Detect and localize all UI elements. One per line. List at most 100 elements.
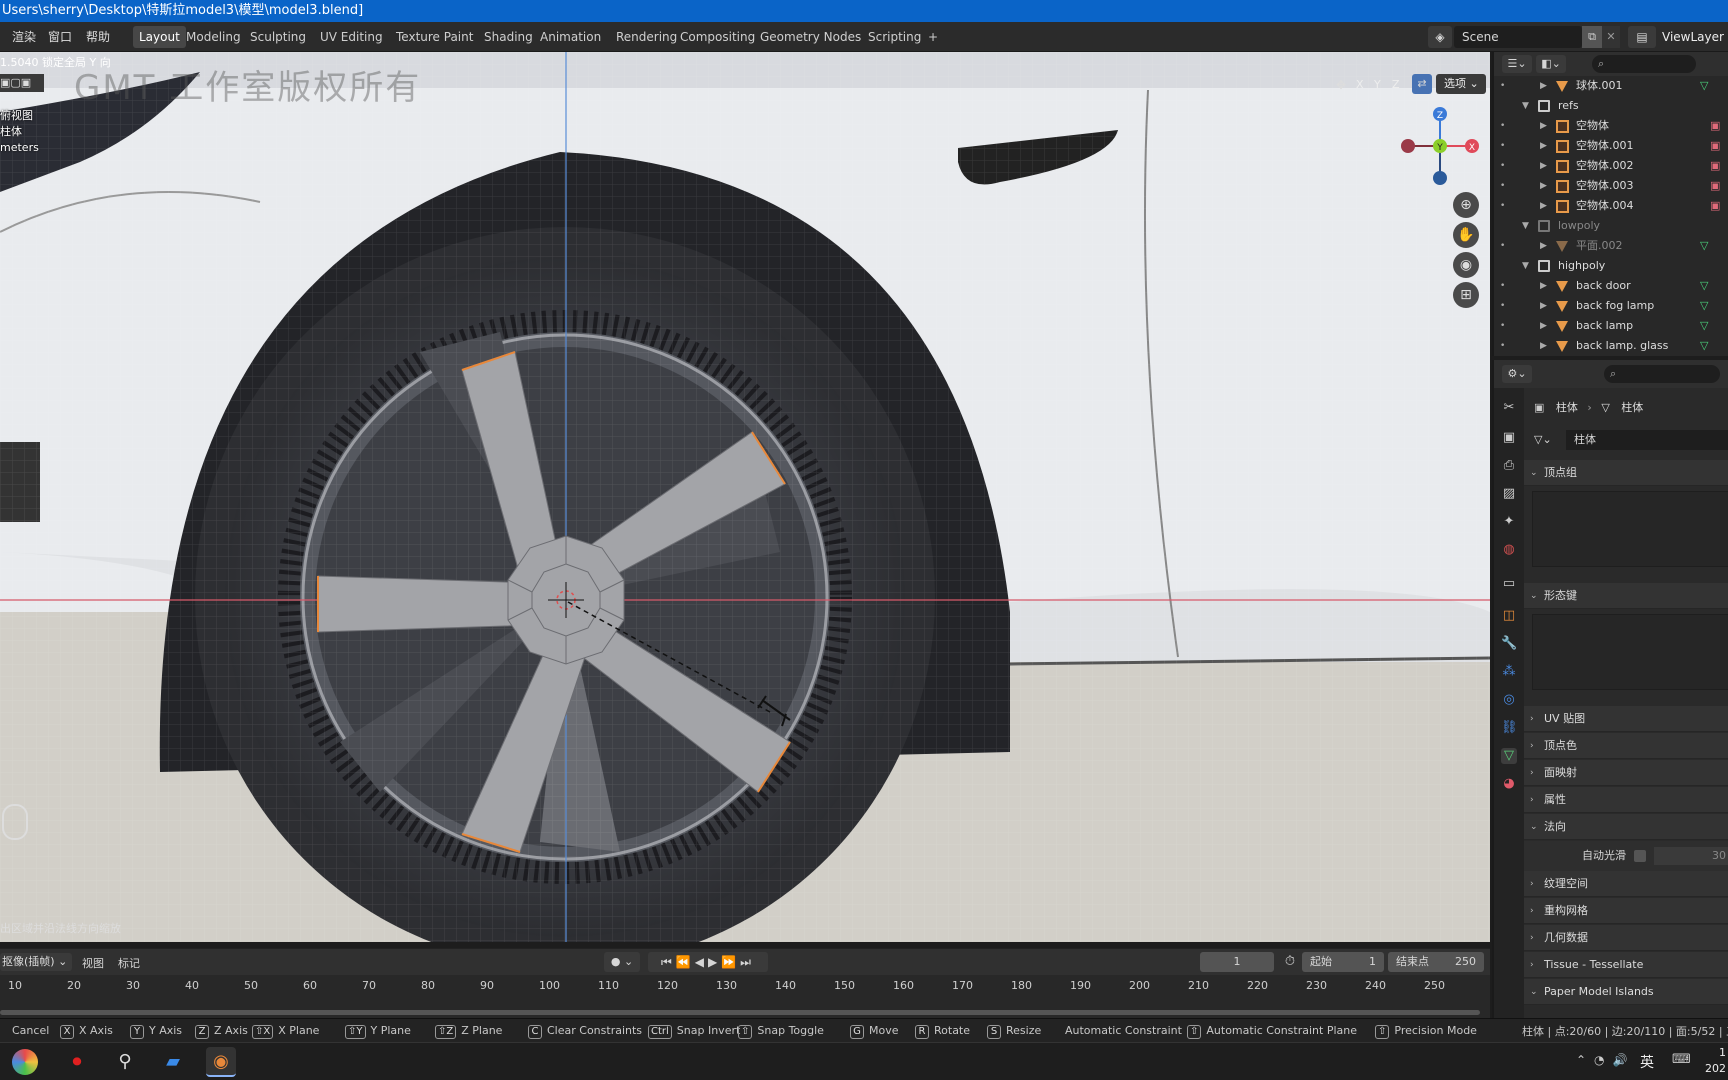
- clock[interactable]: 1 202: [1702, 1045, 1726, 1077]
- particles-tab-icon[interactable]: ⁂: [1501, 664, 1517, 680]
- outliner-row[interactable]: • ▶ 球体.001 ▽: [1494, 76, 1728, 96]
- scene-tab-icon[interactable]: ✦: [1501, 514, 1517, 530]
- collection-tab-icon[interactable]: ▭: [1501, 576, 1517, 592]
- output-tab-icon[interactable]: ⎙: [1501, 458, 1517, 474]
- object-tab-icon[interactable]: ◫: [1501, 608, 1517, 624]
- panel-header[interactable]: ⌄ 顶点组: [1524, 460, 1728, 486]
- keyboard-icon[interactable]: ⌨: [1672, 1052, 1691, 1067]
- outliner-row[interactable]: • ▶ back lamp ▽: [1494, 316, 1728, 336]
- navigation-gizmo[interactable]: Z X Y: [1398, 104, 1482, 188]
- mirror-icon[interactable]: ⇄: [1412, 74, 1432, 94]
- visibility-dot-icon[interactable]: •: [1500, 276, 1505, 296]
- properties-editor[interactable]: ⚙⌄ ⌕ ✂ ▣ ⎙ ▨ ✦ ◍ ▭ ◫ 🔧 ⁂ ◎ ⛓ ▽ ◕ ▣ 柱体 › …: [1492, 360, 1728, 1018]
- visibility-dot-icon[interactable]: •: [1500, 156, 1505, 176]
- outliner-row[interactable]: • ▶ back door ▽: [1494, 276, 1728, 296]
- start-frame-field[interactable]: 起始 1: [1302, 952, 1384, 972]
- visibility-dot-icon[interactable]: •: [1500, 296, 1505, 316]
- axis-x-toggle[interactable]: X: [1356, 78, 1364, 91]
- expand-triangle-icon[interactable]: ▶: [1540, 336, 1547, 356]
- visibility-dot-icon[interactable]: •: [1500, 236, 1505, 256]
- expand-triangle-icon[interactable]: ▶: [1540, 296, 1547, 316]
- visibility-dot-icon[interactable]: •: [1500, 316, 1505, 336]
- mesh-name-field[interactable]: 柱体: [1566, 430, 1728, 450]
- panel-header[interactable]: › 顶点色: [1524, 733, 1728, 759]
- outliner-row[interactable]: • ▶ 空物体.001 ▣: [1494, 136, 1728, 156]
- outliner-row[interactable]: • ▶ 平面.002 ▽: [1494, 236, 1728, 256]
- expand-triangle-icon[interactable]: ▶: [1540, 156, 1547, 176]
- material-tab-icon[interactable]: ◕: [1501, 776, 1517, 792]
- viewlayer-icon[interactable]: ▤: [1628, 26, 1656, 48]
- select-mode-icons[interactable]: ▣▢▣: [0, 74, 44, 92]
- panel-header[interactable]: › Tissue - Tessellate: [1524, 952, 1728, 978]
- workspace-tab[interactable]: Compositing: [674, 26, 761, 48]
- expand-triangle-icon[interactable]: ▶: [1540, 76, 1547, 96]
- expand-triangle-icon[interactable]: ▶: [1540, 116, 1547, 136]
- recorder-icon[interactable]: ⏺: [62, 1047, 92, 1077]
- workspace-tab[interactable]: Scripting: [862, 26, 927, 48]
- visibility-dot-icon[interactable]: •: [1500, 116, 1505, 136]
- 3d-viewport[interactable]: 1.5040 锁定全局 Y 向 GMT 工作室版权所有 ▣▢▣ 俯视图 柱体 m…: [0, 52, 1490, 942]
- properties-type-icon[interactable]: ⚙⌄: [1502, 365, 1532, 383]
- visibility-dot-icon[interactable]: •: [1500, 176, 1505, 196]
- timeline-scrollbar[interactable]: [0, 1010, 1480, 1015]
- expand-triangle-icon[interactable]: ▼: [1522, 256, 1529, 276]
- panel-header[interactable]: › UV 贴图: [1524, 706, 1728, 732]
- axis-z-toggle[interactable]: Z: [1392, 78, 1400, 91]
- workspace-tab[interactable]: Modeling: [180, 26, 247, 48]
- outliner[interactable]: ☰⌄ ◧⌄ ⌕ • ▶ 球体.001 ▽ ▼ refs • ▶ 空物体 ▣ • ▶ 空物体.001 ▣ • ▶…: [1492, 52, 1728, 356]
- view-layer-tab-icon[interactable]: ▨: [1501, 486, 1517, 502]
- mesh-data-icon[interactable]: ▽: [1700, 336, 1708, 356]
- list-box[interactable]: [1532, 614, 1728, 690]
- outliner-row[interactable]: ▼ lowpoly: [1494, 216, 1728, 236]
- panel-header[interactable]: › 重构网格: [1524, 898, 1728, 924]
- outliner-row[interactable]: • ▶ 空物体.003 ▣: [1494, 176, 1728, 196]
- pan-hand-icon[interactable]: ✋: [1453, 222, 1479, 248]
- display-mode-icon[interactable]: ◧⌄: [1536, 55, 1566, 73]
- mesh-browse-icon[interactable]: ▽⌄: [1534, 430, 1564, 450]
- constraints-tab-icon[interactable]: ⛓: [1501, 720, 1518, 736]
- workspace-tab[interactable]: Sculpting: [244, 26, 312, 48]
- menu-window[interactable]: 窗口: [48, 28, 72, 46]
- ortho-grid-icon[interactable]: ⊞: [1453, 282, 1479, 308]
- video-app-icon[interactable]: ▰: [158, 1047, 188, 1077]
- zoom-icon[interactable]: ⊕: [1453, 192, 1479, 218]
- menu-help[interactable]: 帮助: [86, 28, 110, 46]
- panel-header[interactable]: ⌄ 形态键: [1524, 583, 1728, 609]
- world-tab-icon[interactable]: ◍: [1501, 542, 1517, 558]
- expand-triangle-icon[interactable]: ▶: [1540, 136, 1547, 156]
- list-box[interactable]: [1532, 491, 1728, 567]
- browser-icon[interactable]: [12, 1049, 38, 1075]
- image-data-icon[interactable]: ▣: [1710, 156, 1720, 176]
- expand-triangle-icon[interactable]: ▼: [1522, 216, 1529, 236]
- ime-indicator[interactable]: 英: [1640, 1052, 1654, 1072]
- workspace-tab[interactable]: Animation: [534, 26, 607, 48]
- search-app-icon[interactable]: ⚲: [110, 1047, 140, 1077]
- transform-icon[interactable]: ✥: [1336, 78, 1352, 94]
- workspace-tab[interactable]: Rendering: [610, 26, 683, 48]
- tool-tab-icon[interactable]: ✂: [1501, 400, 1517, 416]
- blender-icon[interactable]: ◉: [206, 1047, 236, 1077]
- scene-icon[interactable]: ◈: [1428, 26, 1452, 48]
- render-tab-icon[interactable]: ▣: [1501, 430, 1517, 446]
- expand-triangle-icon[interactable]: ▶: [1540, 316, 1547, 336]
- mesh-data-tab-icon[interactable]: ▽: [1501, 748, 1517, 764]
- mesh-data-icon[interactable]: ▽: [1700, 236, 1708, 256]
- keying-mode-dropdown[interactable]: 抠像(插帧) ⌄: [0, 953, 72, 971]
- mesh-data-icon[interactable]: ▽: [1700, 296, 1708, 316]
- auto-smooth-checkbox[interactable]: [1634, 850, 1646, 862]
- auto-smooth-angle-field[interactable]: 30: [1654, 847, 1728, 865]
- end-frame-field[interactable]: 结束点 250: [1388, 952, 1484, 972]
- copy-scene-icon[interactable]: ⧉: [1582, 26, 1602, 48]
- mesh-data-icon[interactable]: ▽: [1700, 76, 1708, 96]
- clock-icon[interactable]: ⏱: [1280, 952, 1300, 972]
- expand-triangle-icon[interactable]: ▶: [1540, 176, 1547, 196]
- outliner-row[interactable]: ▼ refs: [1494, 96, 1728, 116]
- image-data-icon[interactable]: ▣: [1710, 116, 1720, 136]
- workspace-tab[interactable]: Shading: [478, 26, 539, 48]
- image-data-icon[interactable]: ▣: [1710, 196, 1720, 216]
- visibility-dot-icon[interactable]: •: [1500, 196, 1505, 216]
- workspace-tab[interactable]: Texture Paint: [390, 26, 479, 48]
- visibility-dot-icon[interactable]: •: [1500, 136, 1505, 156]
- properties-search-icon[interactable]: ⌕: [1604, 365, 1720, 383]
- outliner-row[interactable]: ▼ highpoly: [1494, 256, 1728, 276]
